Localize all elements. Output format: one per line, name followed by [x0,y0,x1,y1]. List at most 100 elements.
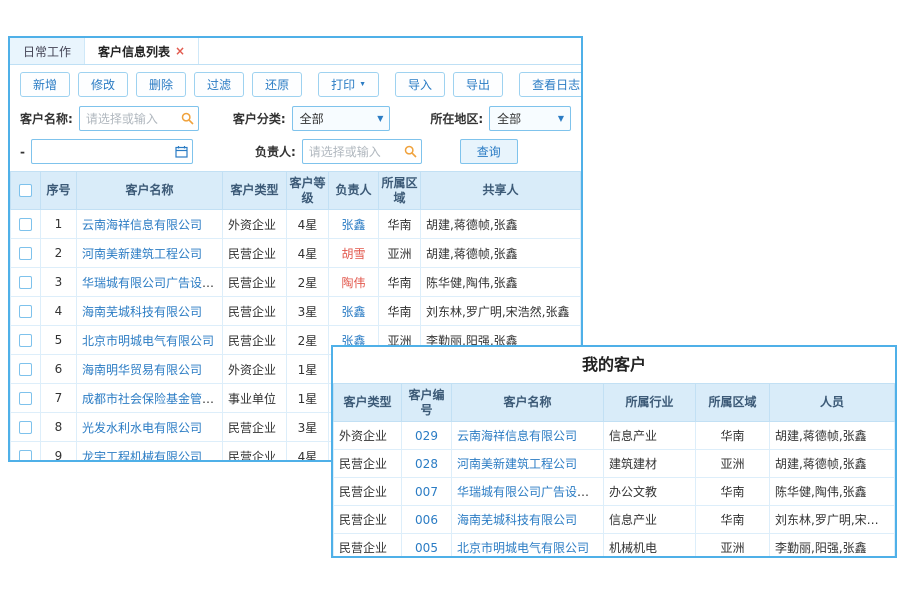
region-cell: 华南 [379,268,421,297]
type-cell: 民营企业 [334,506,402,534]
type-cell: 民营企业 [334,534,402,559]
customer-type-cell: 民营企业 [223,442,287,463]
region-cell: 华南 [696,478,770,506]
table-header-row: 客户类型 客户编号 客户名称 所属行业 所属区域 人员 [334,384,895,422]
col-level: 客户等级 [287,172,329,210]
col-name: 客户名称 [452,384,604,422]
row-index: 4 [41,297,77,326]
customer-name-link[interactable]: 华瑞城有限公司广告设计部 [82,276,223,290]
table-row[interactable]: 民营企业 006 海南芜城科技有限公司 信息产业 华南 刘东林,罗广明,宋浩然.… [334,506,895,534]
industry-cell: 建筑建材 [604,450,696,478]
region-value: 全部 [497,110,521,127]
row-checkbox[interactable] [19,421,32,434]
tab-customer-list[interactable]: 客户信息列表 × [85,38,199,64]
type-cell: 外资企业 [334,422,402,450]
staff-cell: 胡建,蒋德帧,张鑫 [770,422,895,450]
table-row[interactable]: 民营企业 005 北京市明城电气有限公司 机械机电 亚洲 李勤丽,阳强,张鑫 [334,534,895,559]
row-index: 2 [41,239,77,268]
customer-name-link[interactable]: 光发水利水电有限公司 [82,421,202,435]
filter-row-1: 客户名称: 客户分类: 全部 ▼ 所在地区: 全部 ▼ [10,102,581,135]
new-button[interactable]: 新增 [20,72,70,97]
import-button[interactable]: 导入 [395,72,445,97]
row-checkbox[interactable] [19,276,32,289]
owner-link[interactable]: 胡雪 [341,247,365,261]
export-button[interactable]: 导出 [453,72,503,97]
customer-name-link[interactable]: 河南美新建筑工程公司 [457,457,577,471]
edit-button[interactable]: 修改 [78,72,128,97]
owner-link[interactable]: 张鑫 [341,305,365,319]
select-all-header [11,172,41,210]
delete-button[interactable]: 删除 [136,72,186,97]
col-type: 客户类型 [223,172,287,210]
customer-level-cell: 4星 [287,210,329,239]
search-icon[interactable] [181,112,194,128]
customer-name-link[interactable]: 海南明华贸易有限公司 [82,363,202,377]
search-icon[interactable] [404,145,417,161]
customer-name-link[interactable]: 河南美新建筑工程公司 [82,247,202,261]
view-log-button[interactable]: 查看日志 [519,72,583,97]
type-cell: 民营企业 [334,450,402,478]
customer-code-link[interactable]: 029 [415,429,438,443]
region-select[interactable]: 全部 ▼ [489,106,571,131]
region-label: 所在地区: [430,110,483,127]
row-checkbox[interactable] [19,450,32,462]
customer-type-cell: 民营企业 [223,239,287,268]
table-row[interactable]: 1 云南海祥信息有限公司 外资企业 4星 张鑫 华南 胡建,蒋德帧,张鑫 [11,210,581,239]
tab-daily-work[interactable]: 日常工作 [10,38,85,64]
col-type: 客户类型 [334,384,402,422]
staff-cell: 胡建,蒋德帧,张鑫 [770,450,895,478]
customer-name-link[interactable]: 海南芜城科技有限公司 [82,305,202,319]
customer-code-link[interactable]: 007 [415,485,438,499]
customer-code-link[interactable]: 005 [415,541,438,555]
customer-name-link[interactable]: 北京市明城电气有限公司 [82,334,214,348]
row-index: 7 [41,384,77,413]
table-row[interactable]: 民营企业 028 河南美新建筑工程公司 建筑建材 亚洲 胡建,蒋德帧,张鑫 [334,450,895,478]
chevron-down-icon: ▼ [558,115,564,123]
select-all-checkbox[interactable] [19,184,32,197]
print-button[interactable]: 打印 ▼ [318,72,379,97]
table-row[interactable]: 4 海南芜城科技有限公司 民营企业 3星 张鑫 华南 刘东林,罗广明,宋浩然,张… [11,297,581,326]
customer-code-link[interactable]: 006 [415,513,438,527]
row-checkbox[interactable] [19,334,32,347]
region-cell: 亚洲 [696,534,770,559]
row-index: 8 [41,413,77,442]
row-checkbox[interactable] [19,218,32,231]
query-button[interactable]: 查询 [460,139,518,164]
close-tab-icon[interactable]: × [175,45,185,57]
customer-name-link[interactable]: 北京市明城电气有限公司 [457,541,589,555]
filter-button[interactable]: 过滤 [194,72,244,97]
table-row[interactable]: 外资企业 029 云南海祥信息有限公司 信息产业 华南 胡建,蒋德帧,张鑫 [334,422,895,450]
customer-code-link[interactable]: 028 [415,457,438,471]
shared-cell: 胡建,蒋德帧,张鑫 [421,239,581,268]
customer-name-link[interactable]: 云南海祥信息有限公司 [457,429,577,443]
row-index: 1 [41,210,77,239]
customer-name-link[interactable]: 华瑞城有限公司广告设计部 [457,485,601,499]
category-label: 客户分类: [233,110,286,127]
category-select[interactable]: 全部 ▼ [292,106,391,131]
table-row[interactable]: 民营企业 007 华瑞城有限公司广告设计部 办公文教 华南 陈华健,陶伟,张鑫 [334,478,895,506]
customer-name-link[interactable]: 云南海祥信息有限公司 [82,218,202,232]
customer-name-input-wrap [79,106,199,131]
date-input[interactable] [31,139,193,164]
row-checkbox[interactable] [19,247,32,260]
owner-link[interactable]: 陶伟 [341,276,365,290]
restore-button[interactable]: 还原 [252,72,302,97]
staff-cell: 刘东林,罗广明,宋浩然... [770,506,895,534]
tab-label: 日常工作 [23,43,71,60]
tab-bar: 日常工作 客户信息列表 × [10,38,581,65]
region-cell: 亚洲 [379,239,421,268]
customer-name-link[interactable]: 龙宇工程机械有限公司 [82,450,202,463]
customer-name-link[interactable]: 海南芜城科技有限公司 [457,513,577,527]
date-range-separator: - [20,145,25,159]
customer-level-cell: 2星 [287,268,329,297]
row-checkbox[interactable] [19,363,32,376]
calendar-icon[interactable] [175,145,188,161]
row-checkbox[interactable] [19,392,32,405]
table-row[interactable]: 2 河南美新建筑工程公司 民营企业 4星 胡雪 亚洲 胡建,蒋德帧,张鑫 [11,239,581,268]
region-cell: 华南 [379,297,421,326]
owner-link[interactable]: 张鑫 [341,218,365,232]
table-row[interactable]: 3 华瑞城有限公司广告设计部 民营企业 2星 陶伟 华南 陈华健,陶伟,张鑫 [11,268,581,297]
industry-cell: 信息产业 [604,422,696,450]
customer-name-link[interactable]: 成都市社会保险基金管理... [82,392,223,406]
row-checkbox[interactable] [19,305,32,318]
